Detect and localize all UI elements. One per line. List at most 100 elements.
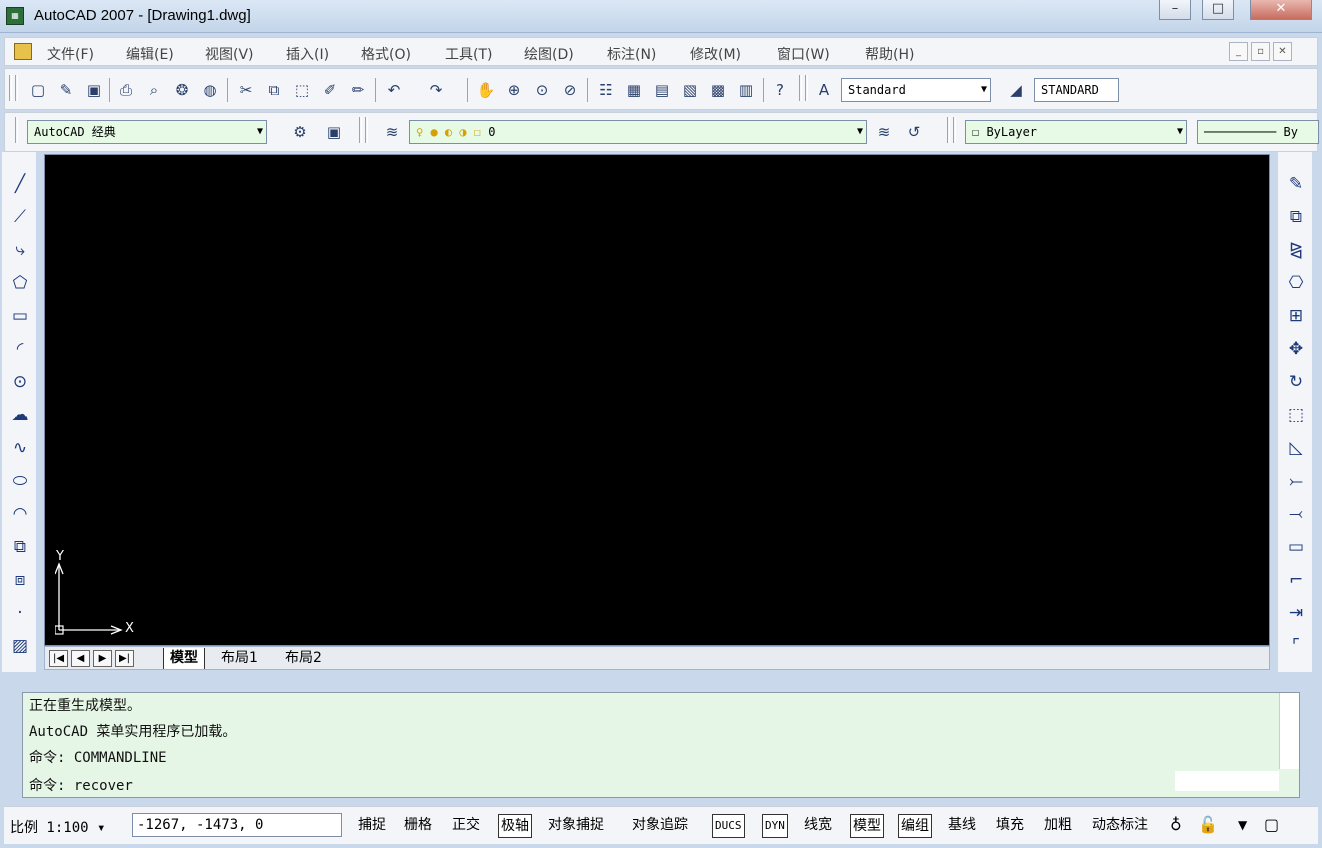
make-block-icon[interactable]: ⧈ [8,568,32,592]
toggle-dyn[interactable]: DYN [762,814,788,838]
chevron-down-icon[interactable]: ▼ [1177,121,1183,143]
layer-select[interactable]: ♀ ● ◐ ◑ ☐ 0 ▼ [409,120,867,144]
next-tab-button[interactable]: ▶ [93,650,112,667]
circle-icon[interactable]: ⊙ [8,370,32,394]
insert-block-icon[interactable]: ⧉ [8,535,32,559]
command-vertical-scrollbar[interactable] [1279,693,1299,769]
arc-icon[interactable]: ◜ [8,337,32,361]
publish-web-icon[interactable]: ◍ [199,79,221,101]
toolbar-lock-icon[interactable]: 🔓 [1196,814,1220,838]
chevron-down-icon[interactable]: ▼ [257,121,263,143]
menu-file[interactable]: 文件(F) [47,44,94,64]
join-icon[interactable]: ⇥ [1284,601,1308,625]
coordinate-display[interactable]: -1267, -1473, 0 [132,813,342,837]
scale-icon[interactable]: ⬚ [1284,403,1308,427]
line-icon[interactable]: ╱ [8,172,32,196]
text-style-select[interactable]: Standard ▼ [841,78,991,102]
extend-icon[interactable]: ⤙ [1284,502,1308,526]
markup-icon[interactable]: ▩ [707,79,729,101]
break-icon[interactable]: ⌐ [1284,568,1308,592]
menu-tools[interactable]: 工具(T) [445,44,492,64]
doc-close-button[interactable]: ✕ [1273,42,1292,61]
doc-minimize-button[interactable]: _ [1229,42,1248,61]
zoom-realtime-icon[interactable]: ⊕ [503,79,525,101]
toggle-otrack[interactable]: 对象追踪 [630,814,690,838]
toggle-osnap[interactable]: 对象捕捉 [546,814,606,838]
cut-icon[interactable]: ✂ [235,79,257,101]
menu-modify[interactable]: 修改(M) [690,44,741,64]
redo-icon[interactable]: ↷ [425,79,447,101]
open-file-icon[interactable]: ✎ [55,79,77,101]
erase-icon[interactable]: ✎ [1284,172,1308,196]
toolbar-grip[interactable] [359,117,362,143]
match-properties-icon[interactable]: ✐ [319,79,341,101]
workspace-settings-icon[interactable]: ⚙ [289,121,311,143]
menu-dimension[interactable]: 标注(N) [607,44,656,64]
hatch-icon[interactable]: ▨ [8,634,32,658]
toolbar-grip[interactable] [805,75,808,101]
spline-icon[interactable]: ∿ [8,436,32,460]
toggle-snap[interactable]: 捕捉 [356,814,388,838]
publish-icon[interactable]: ❂ [171,79,193,101]
properties-icon[interactable]: ☷ [595,79,617,101]
status-menu-chevron-icon[interactable]: ▼ [1236,814,1249,838]
layer-manager-icon[interactable]: ≋ [381,121,403,143]
clean-screen-icon[interactable]: ▢ [1262,814,1281,838]
close-button[interactable]: ✕ [1250,0,1312,20]
print-preview-icon[interactable]: ⌕ [143,79,165,101]
menu-format[interactable]: 格式(O) [361,44,411,64]
design-center-icon[interactable]: ▦ [623,79,645,101]
toggle-polar[interactable]: 极轴 [498,814,532,838]
menu-insert[interactable]: 插入(I) [286,44,329,64]
toolbar-grip[interactable] [947,117,950,143]
toolbar-grip[interactable] [953,117,956,143]
toggle-dynamic-dim[interactable]: 动态标注 [1090,814,1150,838]
doc-restore-button[interactable]: ▫ [1251,42,1270,61]
toggle-ducs[interactable]: DUCS [712,814,745,838]
toolbar-grip[interactable] [15,75,18,101]
layer-previous-icon[interactable]: ↺ [903,121,925,143]
mirror-icon[interactable]: ⧎ [1284,238,1308,262]
point-icon[interactable]: · [8,601,32,625]
toggle-ortho[interactable]: 正交 [450,814,482,838]
first-tab-button[interactable]: |◀ [49,650,68,667]
stretch-icon[interactable]: ◺ [1284,436,1308,460]
autocad-app-icon[interactable]: ▦ [6,7,24,25]
maximize-button[interactable]: □ [1202,0,1234,20]
revision-cloud-icon[interactable]: ☁ [8,403,32,427]
calculator-icon[interactable]: ▥ [735,79,757,101]
make-layer-current-icon[interactable]: ≋ [873,121,895,143]
annotation-scale[interactable]: 比例 1:100 ▾ [10,817,105,837]
toggle-bold[interactable]: 加粗 [1042,814,1074,838]
tab-layout1[interactable]: 布局1 [215,648,264,669]
linetype-control-select[interactable]: ────────── By [1197,120,1319,144]
trim-icon[interactable]: ⤚ [1284,469,1308,493]
pan-realtime-icon[interactable]: ✋ [475,79,497,101]
paste-icon[interactable]: ⬚ [291,79,313,101]
zoom-window-icon[interactable]: ⊙ [531,79,553,101]
tab-layout2[interactable]: 布局2 [279,648,328,669]
command-input[interactable]: 命令: recover [29,775,133,795]
color-control-select[interactable]: ☐ ByLayer ▼ [965,120,1187,144]
document-icon[interactable] [14,43,32,60]
toggle-group[interactable]: 编组 [898,814,932,838]
zoom-previous-icon[interactable]: ⊘ [559,79,581,101]
undo-icon[interactable]: ↶ [383,79,405,101]
toggle-lineweight[interactable]: 线宽 [802,814,834,838]
toolbar-grip[interactable] [365,117,368,143]
new-file-icon[interactable]: ▢ [27,79,49,101]
toggle-grid[interactable]: 栅格 [402,814,434,838]
menu-window[interactable]: 窗口(W) [777,44,830,64]
rectangle-icon[interactable]: ▭ [8,304,32,328]
tab-model[interactable]: 模型 [163,648,205,669]
array-icon[interactable]: ⊞ [1284,304,1308,328]
menu-edit[interactable]: 编辑(E) [126,44,174,64]
copy-object-icon[interactable]: ⧉ [1284,205,1308,229]
tool-palettes-icon[interactable]: ▤ [651,79,673,101]
toolbar-grip[interactable] [799,75,802,101]
print-icon[interactable]: ⎙ [115,79,137,101]
workspace-select[interactable]: AutoCAD 经典 ▼ [27,120,267,144]
offset-icon[interactable]: ⎔ [1284,271,1308,295]
text-style-icon[interactable]: A [813,79,835,101]
chevron-down-icon[interactable]: ▼ [857,121,863,143]
